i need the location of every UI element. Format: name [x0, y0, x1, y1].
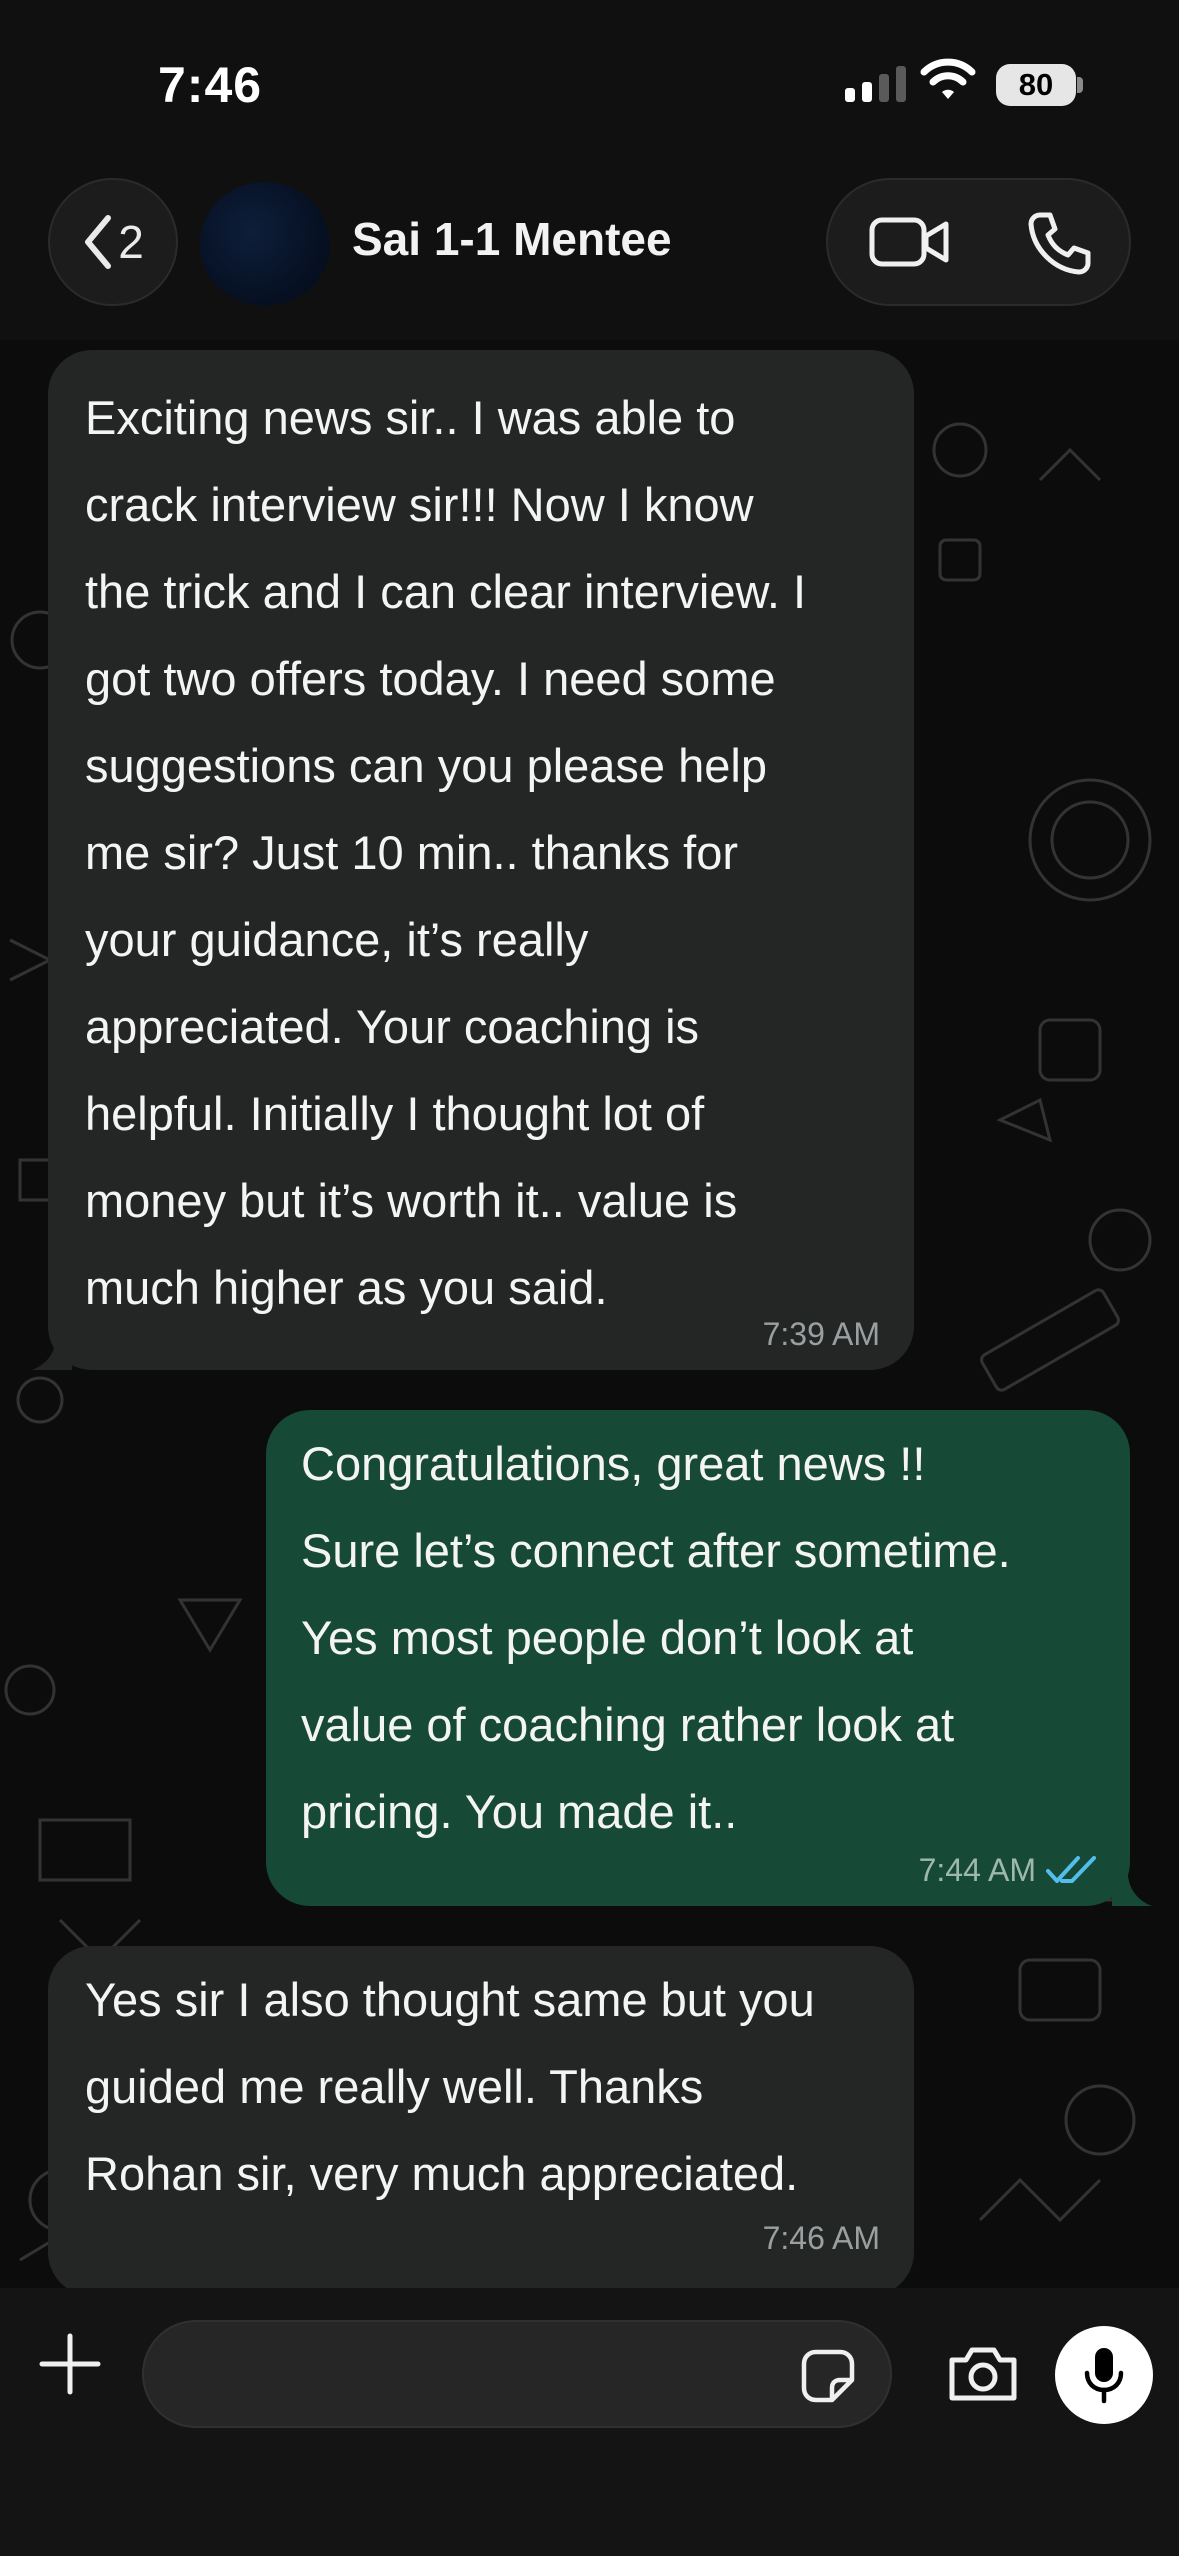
video-call-icon[interactable] — [868, 214, 952, 270]
chat-area[interactable]: Exciting news sir.. I was able to crack … — [0, 340, 1179, 2288]
battery-tip — [1077, 77, 1083, 93]
battery-icon: 80 — [996, 64, 1076, 106]
message-text: Yes sir I also thought same but you guid… — [85, 1973, 815, 2200]
sticker-icon[interactable] — [800, 2348, 856, 2404]
double-check-icon — [1046, 1856, 1096, 1883]
battery-level: 80 — [1018, 67, 1054, 102]
microphone-button[interactable] — [1055, 2326, 1153, 2424]
message-bubble-incoming[interactable]: Exciting news sir.. I was able to crack … — [48, 350, 914, 1370]
plus-icon[interactable] — [38, 2332, 102, 2396]
call-actions — [826, 178, 1131, 306]
microphone-icon — [1084, 2348, 1124, 2404]
back-button[interactable]: 2 — [48, 178, 178, 306]
message-meta: 7:44 AM — [919, 1852, 1096, 1888]
bubble-tail — [32, 1330, 72, 1370]
message-text: Exciting news sir.. I was able to crack … — [85, 391, 806, 1314]
chat-header: 2 Sai 1-1 Mentee — [0, 170, 1179, 340]
wifi-icon — [920, 58, 976, 99]
bubble-tail — [1112, 1866, 1152, 1906]
status-time: 7:46 — [158, 57, 263, 113]
message-meta: 7:39 AM — [763, 1316, 880, 1352]
contact-name[interactable]: Sai 1-1 Mentee — [352, 212, 672, 266]
message-time: 7:39 AM — [762, 1316, 880, 1352]
avatar[interactable] — [200, 182, 330, 306]
message-bubble-incoming[interactable]: Yes sir I also thought same but you guid… — [48, 1946, 914, 2288]
status-bar: 7:46 80 — [0, 0, 1179, 170]
camera-icon[interactable] — [946, 2344, 1020, 2404]
signal-icon — [845, 66, 906, 102]
message-meta: 7:46 AM — [763, 2220, 880, 2256]
back-chevron-icon — [85, 215, 112, 269]
message-time: 7:46 AM — [762, 2220, 880, 2256]
composer-bar — [0, 2288, 1179, 2556]
message-bubble-outgoing[interactable]: Congratulations, great news !! Sure let’… — [266, 1410, 1130, 1906]
phone-call-icon[interactable] — [1026, 210, 1092, 276]
message-text: Congratulations, great news !! Sure let’… — [301, 1437, 1011, 1838]
unread-count: 2 — [118, 216, 144, 268]
message-time: 7:44 AM — [918, 1852, 1036, 1888]
message-input[interactable] — [142, 2320, 892, 2428]
